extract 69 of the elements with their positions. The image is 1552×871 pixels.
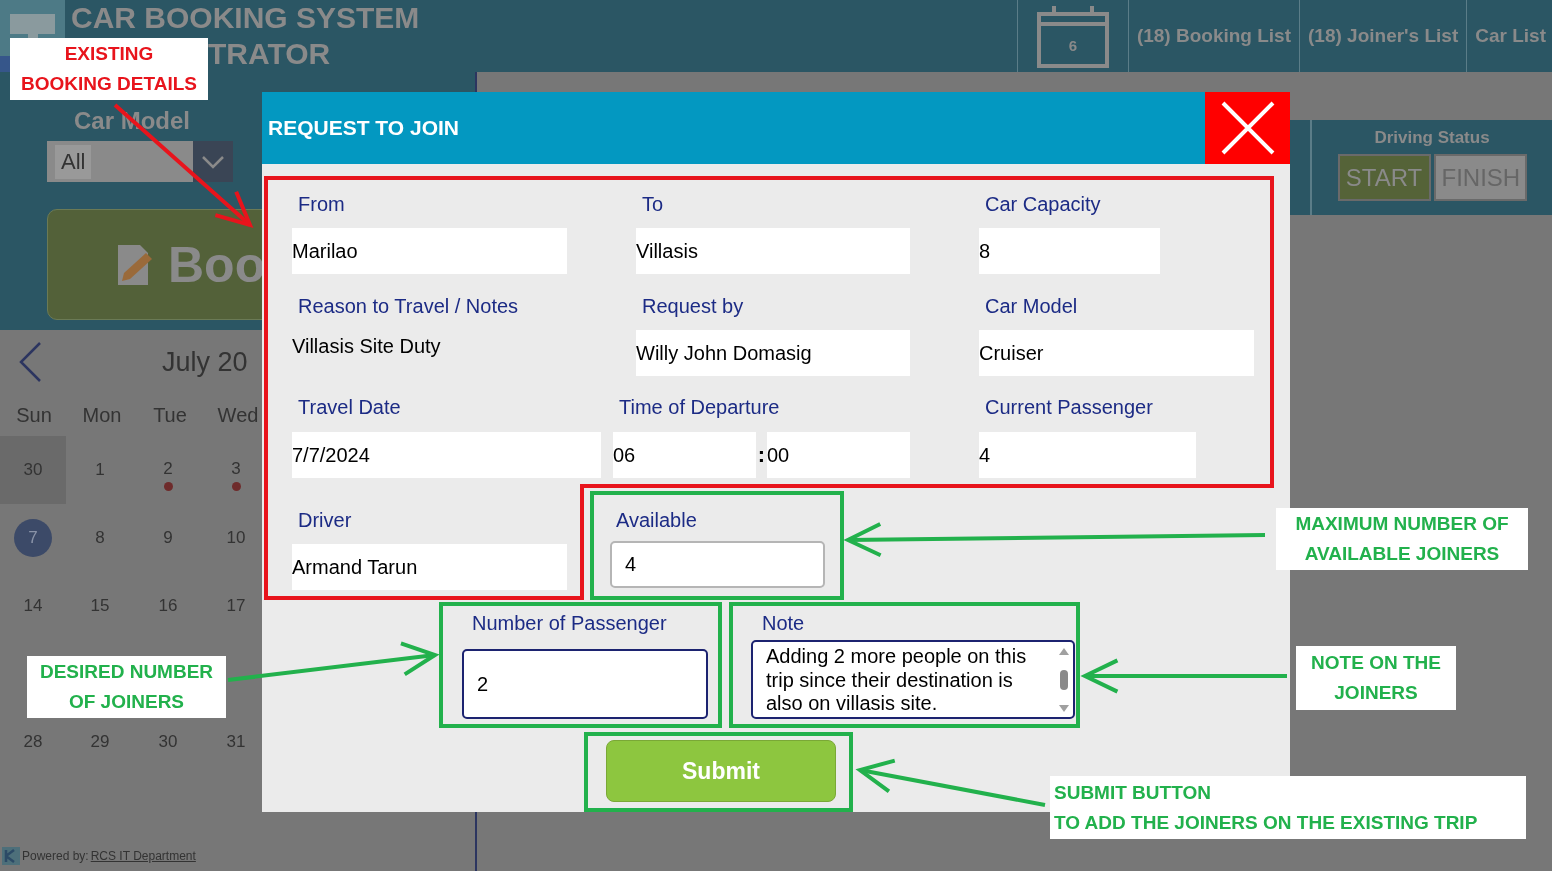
annotation-label: SUBMIT BUTTON TO ADD THE JOINERS ON THE EXISTING TRIP [1050, 776, 1526, 839]
annotation-label: MAXIMUM NUMBER OF AVAILABLE JOINERS [1276, 508, 1528, 570]
nav-link[interactable]: (18) Booking List [1128, 0, 1300, 72]
calendar-day[interactable]: 3 [217, 449, 255, 488]
text-field[interactable]: 8 [979, 228, 1160, 274]
calendar-day[interactable]: 28 [14, 723, 52, 761]
text-field[interactable]: Willy John Domasig [636, 330, 910, 376]
calendar-day[interactable]: 14 [14, 587, 52, 625]
nav-link[interactable]: (18) Joiner's List [1300, 0, 1468, 72]
text-field[interactable]: Armand Tarun [292, 544, 567, 590]
text-field[interactable]: Villasis [636, 228, 910, 274]
field-label: To [641, 192, 664, 216]
calendar-day[interactable]: 9 [149, 519, 187, 557]
calendar-day[interactable]: 17 [217, 587, 255, 625]
footer-link[interactable]: RCS IT Department [90, 849, 196, 863]
app-subtitle: TRATOR [208, 36, 332, 72]
text-field[interactable]: Cruiser [979, 330, 1254, 376]
field-label: Travel Date [297, 395, 401, 419]
calendar-day[interactable]: 16 [149, 587, 187, 625]
car-model-dropdown[interactable]: All [47, 141, 233, 182]
text-field[interactable]: 4 [979, 432, 1196, 478]
text-field[interactable]: 7/7/2024 [292, 432, 601, 478]
chevron-icon [201, 154, 225, 169]
field-label: Car Model [984, 294, 1078, 318]
hour-field[interactable]: 06 [613, 432, 756, 478]
calendar-day[interactable]: 30 [149, 723, 187, 761]
field-label: Current Passenger [984, 395, 1153, 419]
app-title: CAR BOOKING SYSTEM [71, 0, 421, 36]
close-button[interactable] [1205, 92, 1290, 164]
annotation-label: NOTE ON THE JOINERS [1296, 646, 1456, 710]
passenger-field[interactable]: 2 [462, 649, 708, 719]
field-label: Driver [297, 508, 352, 532]
calendar-day[interactable]: 7 [14, 519, 52, 557]
field-label: Available [615, 508, 697, 532]
nav-link[interactable]: Car List [1467, 0, 1552, 72]
footer-text: Powered by: [22, 849, 89, 863]
weekday-label: Sun [15, 403, 53, 427]
calendar-day[interactable]: 10 [217, 519, 255, 557]
calendar-day[interactable]: 8 [81, 519, 119, 557]
field-label: Car Capacity [984, 192, 1101, 216]
calendar-day[interactable]: 29 [81, 723, 119, 761]
field-label: Note [761, 611, 805, 635]
calendar-day[interactable]: 2 [149, 449, 187, 488]
text-field[interactable]: Marilao [292, 228, 567, 274]
footer-logo [2, 847, 20, 865]
calendar-day[interactable]: 1 [81, 451, 119, 489]
available-field[interactable]: 4 [610, 541, 825, 588]
time-separator: : [756, 442, 767, 468]
calendar-day[interactable]: 30 [14, 451, 52, 489]
annotation-label: EXISTING BOOKING DETAILS [10, 38, 208, 100]
status-button[interactable]: START [1337, 154, 1431, 201]
field-label: Number of Passenger [471, 611, 667, 635]
month-title: July 20 [162, 346, 248, 378]
status-label: Driving Status [1374, 128, 1490, 148]
annotation-label: DESIRED NUMBER OF JOINERS [27, 656, 226, 718]
submit-button[interactable]: Submit [606, 740, 836, 802]
weekday-label: Mon [81, 403, 123, 427]
dialog-title: REQUEST TO JOIN [267, 116, 460, 140]
weekday-label: Tue [152, 403, 188, 427]
close-icon [1220, 101, 1275, 155]
field-value: Villasis Site Duty [292, 334, 441, 359]
previous-month-icon[interactable] [18, 341, 42, 383]
weekday-label: Wed [216, 403, 260, 427]
note-field[interactable]: Adding 2 more people on this trip since their destination is also on villasis site. [751, 640, 1075, 719]
field-label: Time of Departure [618, 395, 780, 419]
calendar-day[interactable]: 15 [81, 587, 119, 625]
field-label: Request by [641, 294, 744, 318]
calendar-day[interactable]: 31 [217, 723, 255, 761]
minute-field[interactable]: 00 [767, 432, 910, 478]
